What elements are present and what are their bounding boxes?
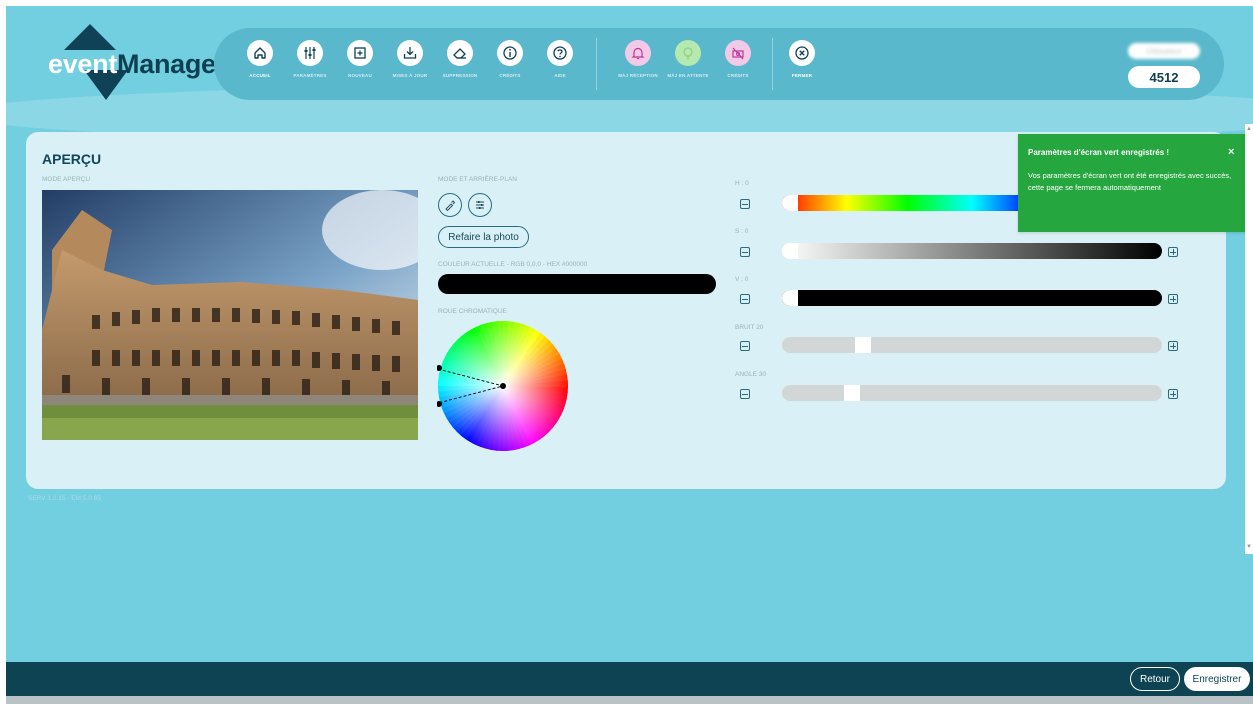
header: eventManager ACCUEIL PARAMÈTRES NOUVEAU … [6, 6, 1253, 144]
count-badge: 4512 [1128, 66, 1200, 88]
saturation-slider-thumb[interactable] [782, 243, 798, 259]
scroll-down-arrow[interactable]: ▼ [1246, 544, 1252, 550]
value-label: V : 0 [735, 276, 749, 283]
toolbar-home-button[interactable]: ACCUEIL [232, 36, 288, 92]
toolbar-new-label: NOUVEAU [348, 73, 372, 78]
color-wheel-label: ROUE CHROMATIQUE [438, 308, 507, 315]
toolbar-update-received-button[interactable]: MÀJ RÉCEPTION [610, 36, 666, 92]
noise-decrease-button[interactable] [740, 341, 750, 351]
toolbar-close-label: FERMER [791, 73, 813, 78]
angle-increase-button[interactable] [1168, 389, 1178, 399]
retake-photo-button[interactable]: Refaire la photo [438, 226, 529, 248]
save-button[interactable]: Enregistrer [1184, 667, 1250, 691]
noise-slider[interactable] [782, 337, 1162, 353]
mode-background-label: MODE ET ARRIÈRE-PLAN [438, 176, 517, 183]
home-icon [247, 40, 273, 66]
saturation-slider[interactable] [782, 243, 1162, 259]
angle-label: ANGLE 30 [735, 371, 767, 378]
toolbar-updates-button[interactable]: MISES À JOUR [382, 36, 438, 92]
info-icon [497, 40, 523, 66]
toolbar-close-button[interactable]: FERMER [774, 36, 830, 92]
toolbar-settings-button[interactable]: PARAMÈTRES [282, 36, 338, 92]
value-slider[interactable] [782, 290, 1162, 306]
noise-increase-button[interactable] [1168, 341, 1178, 351]
toolbar-credits-button[interactable]: CRÉDITS [482, 36, 538, 92]
toolbar-separator [772, 38, 773, 90]
saturation-decrease-button[interactable] [740, 247, 750, 257]
main-toolbar: ACCUEIL PARAMÈTRES NOUVEAU MISES À JOUR … [214, 28, 1224, 100]
page-title: APERÇU [42, 151, 102, 167]
app-window: eventManager ACCUEIL PARAMÈTRES NOUVEAU … [6, 6, 1253, 704]
toolbar-delete-button[interactable]: SUPPRESSION [432, 36, 488, 92]
preview-photo [42, 190, 418, 440]
value-decrease-button[interactable] [740, 294, 750, 304]
scroll-up-arrow[interactable]: ▲ [1246, 126, 1252, 132]
download-icon [397, 40, 423, 66]
toolbar-no-credits-label: CRÉDITS [727, 73, 749, 78]
toolbar-no-credits-button[interactable]: CRÉDITS [710, 36, 766, 92]
noise-label: BRUIT 20 [735, 324, 764, 331]
toolbar-home-label: ACCUEIL [249, 73, 271, 78]
footer-bar: Retour Enregistrer [6, 662, 1253, 704]
toast-message: Vos paramètres d'écran vert ont été enre… [1028, 171, 1232, 192]
saturation-increase-button[interactable] [1168, 247, 1178, 257]
toolbar-update-received-label: MÀJ RÉCEPTION [618, 73, 658, 78]
toolbar-update-pending-button[interactable]: MÀJ EN ATTENTE [660, 36, 716, 92]
toast-close-button[interactable]: × [1228, 146, 1234, 158]
toolbar-updates-label: MISES À JOUR [392, 73, 428, 78]
hue-label: H : 0 [735, 180, 749, 187]
toolbar-settings-label: PARAMÈTRES [293, 73, 327, 78]
value-increase-button[interactable] [1168, 294, 1178, 304]
toolbar-separator [596, 38, 597, 90]
toolbar-new-button[interactable]: NOUVEAU [332, 36, 388, 92]
sliders-icon [297, 40, 323, 66]
success-toast: Paramètres d'écran vert enregistrés ! × … [1018, 134, 1250, 232]
help-icon [547, 40, 573, 66]
hue-slider-thumb[interactable] [782, 195, 798, 211]
toolbar-credits-label: CRÉDITS [499, 73, 521, 78]
footer-strip [6, 696, 1253, 704]
eraser-icon [447, 40, 473, 66]
close-circle-icon [789, 40, 815, 66]
eyedropper-icon [445, 200, 456, 211]
lightbulb-icon [675, 40, 701, 66]
logo-triangle-top [64, 24, 116, 50]
current-color-label: COULEUR ACTUELLE - RGB 0,0,0 - HEX #0000… [438, 261, 588, 268]
toolbar-help-label: AIDE [554, 73, 566, 78]
sliders-icon [476, 201, 484, 209]
filter-button[interactable] [468, 193, 492, 217]
no-money-icon [725, 40, 751, 66]
version-text: SERV 1.2.15 - EM 5.0.65 [28, 495, 101, 502]
toast-title: Paramètres d'écran vert enregistrés ! [1028, 148, 1170, 157]
angle-decrease-button[interactable] [740, 389, 750, 399]
angle-slider[interactable] [782, 385, 1162, 401]
user-name-pill[interactable]: Utilisateur [1128, 43, 1200, 59]
toolbar-delete-label: SUPPRESSION [442, 73, 478, 78]
noise-slider-thumb[interactable] [854, 337, 871, 353]
preview-mode-label: MODE APERÇU [42, 176, 91, 183]
value-slider-thumb[interactable] [782, 290, 798, 306]
bell-icon [625, 40, 651, 66]
saturation-label: S : 0 [735, 228, 749, 235]
hue-decrease-button[interactable] [740, 199, 750, 209]
logo-text: eventManager [48, 49, 226, 79]
toolbar-update-pending-label: MÀJ EN ATTENTE [667, 73, 709, 78]
toolbar-help-button[interactable]: AIDE [532, 36, 588, 92]
eyedropper-button[interactable] [438, 193, 462, 217]
back-button[interactable]: Retour [1130, 667, 1180, 691]
vertical-scrollbar[interactable]: ▲ ▼ [1245, 124, 1253, 554]
color-wheel[interactable] [436, 320, 569, 452]
plus-square-icon [347, 40, 373, 66]
wheel-center-handle[interactable] [500, 383, 506, 389]
current-color-swatch [438, 274, 716, 294]
angle-slider-thumb[interactable] [843, 385, 860, 401]
eventmanager-logo[interactable]: eventManager [48, 24, 226, 104]
